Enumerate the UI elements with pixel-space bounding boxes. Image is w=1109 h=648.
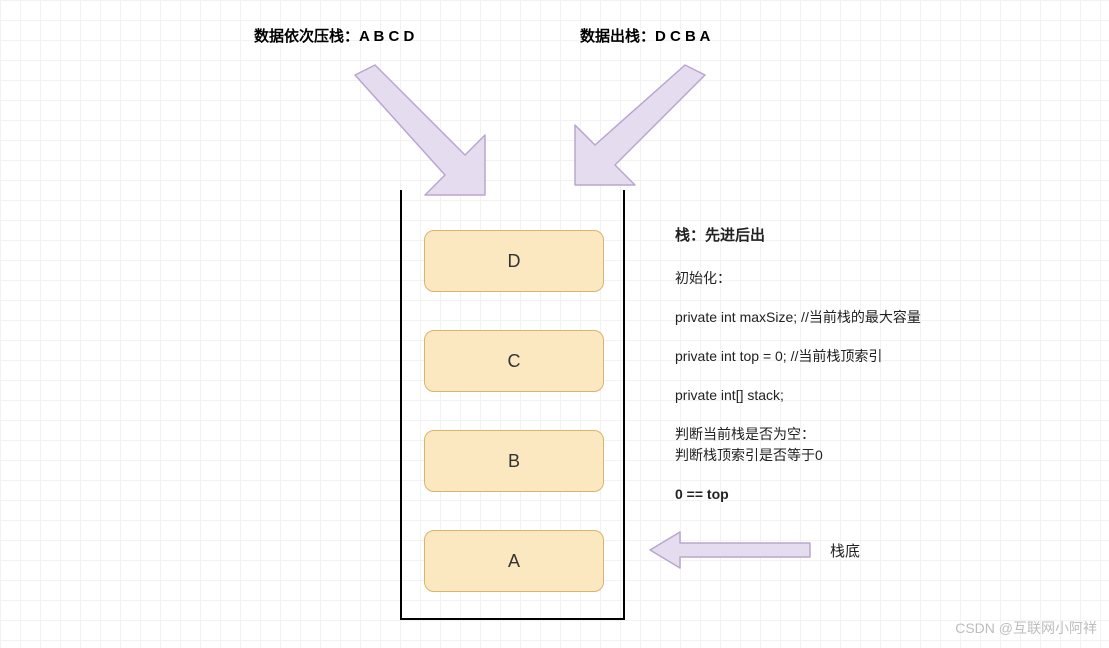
stack-cell-b: B xyxy=(424,430,604,492)
notes-title: 栈：先进后出 xyxy=(675,225,1035,248)
notes-panel: 栈：先进后出 初始化： private int maxSize; //当前栈的最… xyxy=(675,225,1035,505)
stack-cell-a: A xyxy=(424,530,604,592)
notes-init-line3: private int[] stack; xyxy=(675,385,1035,406)
stack-cell-c: C xyxy=(424,330,604,392)
push-heading: 数据依次压栈：A B C D xyxy=(254,25,414,46)
notes-empty-cond: 0 == top xyxy=(675,484,1035,505)
notes-init-line2: private int top = 0; //当前栈顶索引 xyxy=(675,346,1035,367)
watermark: CSDN @互联网小阿祥 xyxy=(955,618,1097,638)
notes-init-line1: private int maxSize; //当前栈的最大容量 xyxy=(675,307,1035,328)
stack-container: D C B A xyxy=(400,190,625,620)
bottom-arrow-icon xyxy=(650,530,830,570)
stack-bottom-label: 栈底 xyxy=(830,540,860,561)
notes-empty-line1: 判断栈顶索引是否等于0 xyxy=(675,445,1035,466)
pop-heading: 数据出栈：D C B A xyxy=(580,25,710,46)
notes-init-label: 初始化： xyxy=(675,268,1035,289)
notes-empty-label: 判断当前栈是否为空： xyxy=(675,424,1035,445)
pop-arrow-icon xyxy=(555,60,725,200)
stack-cell-d: D xyxy=(424,230,604,292)
push-arrow-icon xyxy=(330,60,500,200)
